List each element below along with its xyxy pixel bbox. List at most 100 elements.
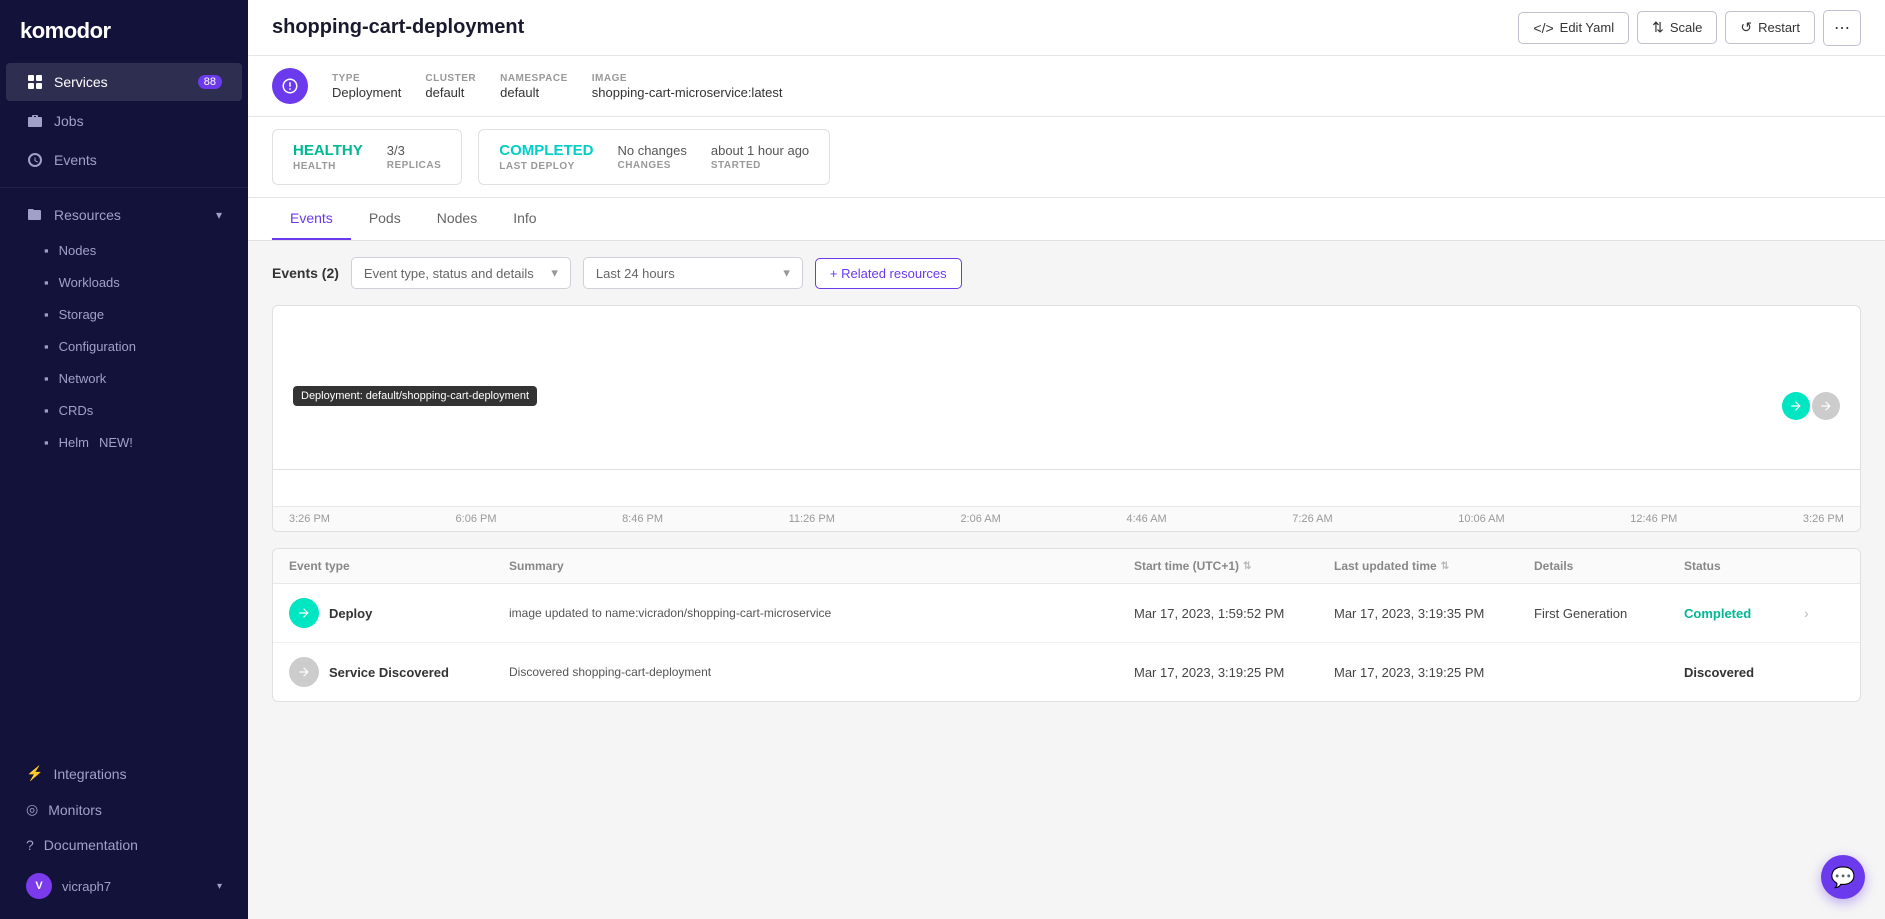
deploy-card: COMPLETED LAST DEPLOY No changes CHANGES… <box>478 129 830 185</box>
th-actions <box>1804 559 1844 573</box>
time-filter-label: Last 24 hours <box>596 266 675 281</box>
sidebar-item-events[interactable]: Events <box>6 141 242 179</box>
row-chevron-icon: › <box>1804 605 1809 621</box>
event-type-cell-discovered: Service Discovered <box>289 657 509 687</box>
workloads-icon: ▪ <box>44 275 49 290</box>
sidebar-item-services-label: Services <box>54 74 108 90</box>
related-resources-button[interactable]: + Related resources <box>815 258 962 289</box>
th-summary: Summary <box>509 559 1134 573</box>
clock-icon <box>26 151 44 169</box>
health-group: HEALTHY HEALTH <box>293 142 363 172</box>
health-value: HEALTHY <box>293 142 363 159</box>
th-last-updated[interactable]: Last updated time ⇅ <box>1334 559 1534 573</box>
summary-deploy: image updated to name:vicradon/shopping-… <box>509 605 1134 622</box>
sidebar-item-monitors[interactable]: ◎ Monitors <box>6 792 242 827</box>
tab-pods[interactable]: Pods <box>351 198 419 240</box>
sidebar-item-workloads[interactable]: ▪ Workloads <box>6 267 242 298</box>
scale-icon: ⇅ <box>1652 19 1664 36</box>
time-4: 2:06 AM <box>960 513 1000 525</box>
tab-nodes[interactable]: Nodes <box>419 198 495 240</box>
time-9: 3:26 PM <box>1803 513 1844 525</box>
start-time-sort-icon: ⇅ <box>1243 561 1251 572</box>
time-2: 8:46 PM <box>622 513 663 525</box>
nodes-icon: ▪ <box>44 243 49 258</box>
deployment-label: Deployment: default/shopping-cart-deploy… <box>293 386 537 406</box>
started-group: about 1 hour ago STARTED <box>711 143 809 171</box>
events-toolbar: Events (2) Event type, status and detail… <box>248 241 1885 305</box>
timeline-times: 3:26 PM 6:06 PM 8:46 PM 11:26 PM 2:06 AM… <box>273 506 1860 531</box>
status-cards: HEALTHY HEALTH 3/3 REPLICAS COMPLETED LA… <box>248 117 1885 198</box>
sidebar-item-helm[interactable]: ▪ Helm NEW! <box>6 427 242 458</box>
timeline-event-discovered[interactable] <box>1812 392 1840 420</box>
timeline-area: Deployment: default/shopping-cart-deploy… <box>272 305 1861 532</box>
edit-yaml-button[interactable]: </> Edit Yaml <box>1518 12 1629 44</box>
scale-button[interactable]: ⇅ Scale <box>1637 11 1717 44</box>
changes-value: No changes <box>617 143 686 158</box>
sidebar-item-configuration-label: Configuration <box>59 339 136 354</box>
deploy-status-label: LAST DEPLOY <box>499 161 593 172</box>
avatar: V <box>26 873 52 899</box>
monitors-icon: ◎ <box>26 801 38 818</box>
th-start-time[interactable]: Start time (UTC+1) ⇅ <box>1134 559 1334 573</box>
helm-icon: ▪ <box>44 435 49 450</box>
monitors-label: Monitors <box>48 802 102 818</box>
user-menu[interactable]: V vicraph7 ▾ <box>6 863 242 909</box>
filter-label: Event type, status and details <box>364 266 534 281</box>
sidebar-item-storage-label: Storage <box>59 307 105 322</box>
table-row[interactable]: Service Discovered Discovered shopping-c… <box>273 643 1860 701</box>
started-label: STARTED <box>711 160 809 171</box>
sidebar-item-documentation[interactable]: ? Documentation <box>6 828 242 862</box>
meta-namespace: NAMESPACE default <box>500 73 568 100</box>
last-updated-discovered: Mar 17, 2023, 3:19:25 PM <box>1334 665 1534 680</box>
tab-events[interactable]: Events <box>272 198 351 240</box>
last-updated-deploy: Mar 17, 2023, 3:19:35 PM <box>1334 606 1534 621</box>
deploy-status-value: COMPLETED <box>499 142 593 159</box>
sidebar-item-jobs-label: Jobs <box>54 113 84 129</box>
sidebar-item-events-label: Events <box>54 152 97 168</box>
sidebar-item-crds[interactable]: ▪ CRDs <box>6 395 242 426</box>
tab-info[interactable]: Info <box>495 198 554 240</box>
integrations-icon: ⚡ <box>26 765 43 782</box>
configuration-icon: ▪ <box>44 339 49 354</box>
table-row[interactable]: Deploy image updated to name:vicradon/sh… <box>273 584 1860 643</box>
status-discovered: Discovered <box>1684 665 1804 680</box>
more-options-button[interactable]: ⋯ <box>1823 10 1861 46</box>
timeline-event-deploy[interactable] <box>1782 392 1810 420</box>
sidebar-item-resources[interactable]: Resources ▾ <box>6 196 242 234</box>
logo: komodor <box>0 0 248 62</box>
sidebar-item-nodes[interactable]: ▪ Nodes <box>6 235 242 266</box>
sidebar-item-crds-label: CRDs <box>59 403 94 418</box>
briefcase-icon <box>26 112 44 130</box>
time-7: 10:06 AM <box>1458 513 1504 525</box>
sidebar-item-storage[interactable]: ▪ Storage <box>6 299 242 330</box>
row-chevron-deploy[interactable]: › <box>1804 605 1844 621</box>
health-label: HEALTH <box>293 161 363 172</box>
helm-new-badge: NEW! <box>99 435 133 450</box>
details-deploy: First Generation <box>1534 606 1684 621</box>
time-filter[interactable]: Last 24 hours ▾ <box>583 257 803 289</box>
event-type-filter[interactable]: Event type, status and details ▾ <box>351 257 571 289</box>
sidebar-item-configuration[interactable]: ▪ Configuration <box>6 331 242 362</box>
resources-chevron-icon: ▾ <box>216 208 222 222</box>
sidebar-item-services[interactable]: Services 88 <box>6 63 242 101</box>
sidebar-item-nodes-label: Nodes <box>59 243 97 258</box>
sidebar-item-jobs[interactable]: Jobs <box>6 102 242 140</box>
sidebar-item-integrations[interactable]: ⚡ Integrations <box>6 756 242 791</box>
restart-button[interactable]: ↺ Restart <box>1725 11 1815 44</box>
timeline-content: Deployment: default/shopping-cart-deploy… <box>273 306 1860 506</box>
summary-discovered: Discovered shopping-cart-deployment <box>509 664 1134 681</box>
started-value: about 1 hour ago <box>711 143 809 158</box>
health-card: HEALTHY HEALTH 3/3 REPLICAS <box>272 129 462 185</box>
events-table: Event type Summary Start time (UTC+1) ⇅ … <box>272 548 1861 702</box>
replicas-label: REPLICAS <box>387 160 442 171</box>
network-icon: ▪ <box>44 371 49 386</box>
time-3: 11:26 PM <box>789 513 835 525</box>
sidebar-item-network[interactable]: ▪ Network <box>6 363 242 394</box>
event-type-deploy-label: Deploy <box>329 606 372 621</box>
meta-image: IMAGE shopping-cart-microservice:latest <box>592 73 783 100</box>
table-header: Event type Summary Start time (UTC+1) ⇅ … <box>273 549 1860 584</box>
meta-bar: TYPE Deployment CLUSTER default NAMESPAC… <box>248 56 1885 117</box>
start-time-discovered: Mar 17, 2023, 3:19:25 PM <box>1134 665 1334 680</box>
time-filter-chevron-icon: ▾ <box>783 265 790 281</box>
chat-button[interactable]: 💬 <box>1821 855 1865 899</box>
